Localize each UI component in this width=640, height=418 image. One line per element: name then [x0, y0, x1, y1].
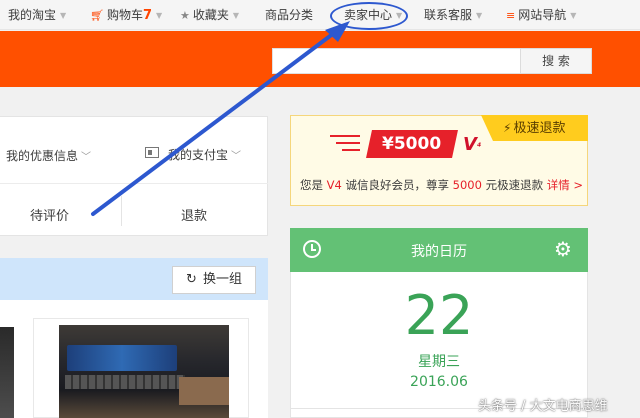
product-image[interactable]: [59, 325, 229, 418]
search-button[interactable]: 搜 索: [520, 48, 592, 74]
speed-lines-icon: [330, 133, 360, 153]
chevron-down-icon: ▼: [156, 10, 163, 20]
nav-my-taobao-label: 我的淘宝: [8, 8, 57, 22]
cart-count-badge: 7: [142, 8, 153, 23]
coupon-link-label: 我的优惠信息: [6, 149, 79, 163]
chevron-down-icon: ▼: [476, 10, 483, 20]
chevron-down-icon: ﹀: [81, 152, 92, 163]
nav-categories-label: 商品分类: [265, 8, 314, 22]
header-banner: 搜 索: [0, 31, 640, 87]
tab-refund[interactable]: 退款: [181, 205, 207, 224]
product-image[interactable]: [0, 327, 14, 418]
top-nav: 我的淘宝 ▼ 🛒︎ 购物车7 ▼ ★ 收藏夹 ▼ 商品分类 卖家中心 ▼ 联系客服 ▼ ≡ 网站…: [0, 0, 640, 30]
refund-amount-badge: ¥5000: [366, 130, 458, 158]
watermark: 头条号 / 大文电商思维: [478, 399, 608, 414]
divider: [121, 196, 122, 226]
refresh-icon: ↻: [186, 272, 197, 287]
chevron-down-icon: ▼: [232, 10, 240, 20]
nav-favorites[interactable]: ★ 收藏夹 ▼: [180, 0, 239, 30]
nav-favorites-label: 收藏夹: [192, 8, 229, 22]
refund-amount: ¥5000: [382, 134, 442, 154]
divider: [0, 183, 268, 184]
card-icon: [145, 147, 159, 158]
alipay-link[interactable]: 我的支付宝 ﹀: [168, 146, 241, 163]
nav-site-nav[interactable]: ≡ 网站导航 ▼: [506, 0, 576, 30]
nav-site-nav-label: 网站导航: [518, 8, 567, 22]
details-link[interactable]: 详情 >: [547, 178, 583, 192]
calendar-title: 我的日历: [411, 244, 467, 260]
member-level: V4: [326, 178, 342, 192]
refresh-button[interactable]: ↻ 换一组: [172, 266, 256, 294]
fast-refund-tag: ⚡︎ 极速退款: [481, 115, 588, 141]
menu-icon: ≡: [506, 9, 516, 22]
nav-customer-service-label: 联系客服: [424, 8, 473, 22]
nav-my-taobao[interactable]: 我的淘宝 ▼: [8, 0, 66, 30]
chevron-down-icon: ﹀: [231, 151, 242, 162]
search-input[interactable]: [272, 48, 521, 74]
lightning-icon: ⚡︎: [503, 121, 512, 135]
refresh-button-label: 换一组: [202, 272, 242, 287]
laptop-keyboard: [65, 375, 185, 389]
cart-icon: 🛒︎: [90, 9, 104, 22]
refund-limit: 5000: [452, 178, 482, 192]
calendar-weekday: 星期三: [418, 354, 460, 370]
fast-refund-tag-label: 极速退款: [513, 121, 566, 136]
tab-to-review[interactable]: 待评价: [30, 205, 69, 224]
nav-customer-service[interactable]: 联系客服 ▼: [424, 0, 482, 30]
nav-cart[interactable]: 🛒︎ 购物车7 ▼: [90, 0, 162, 30]
nav-cart-label: 购物车: [106, 8, 143, 22]
alipay-link-label: 我的支付宝: [168, 148, 229, 162]
annotation-circle: [330, 2, 408, 30]
star-icon: ★: [180, 9, 190, 22]
vip-level-logo: V⁴: [463, 134, 482, 155]
calendar-day: 22: [404, 284, 474, 347]
coupon-link[interactable]: 我的优惠信息 ﹀: [6, 147, 91, 164]
page-gutter: [604, 88, 640, 418]
refund-description: 您是 V4 诚信良好会员，尊享 5000 元极速退款 详情 >: [300, 178, 584, 192]
nav-categories[interactable]: 商品分类: [265, 0, 313, 30]
chevron-down-icon: ▼: [570, 10, 577, 20]
gear-icon[interactable]: ⚙: [554, 237, 572, 261]
calendar-month: 2016.06: [410, 374, 468, 390]
chevron-down-icon: ▼: [60, 10, 67, 20]
desk-surface: [179, 377, 229, 405]
laptop-screen: [67, 345, 177, 371]
